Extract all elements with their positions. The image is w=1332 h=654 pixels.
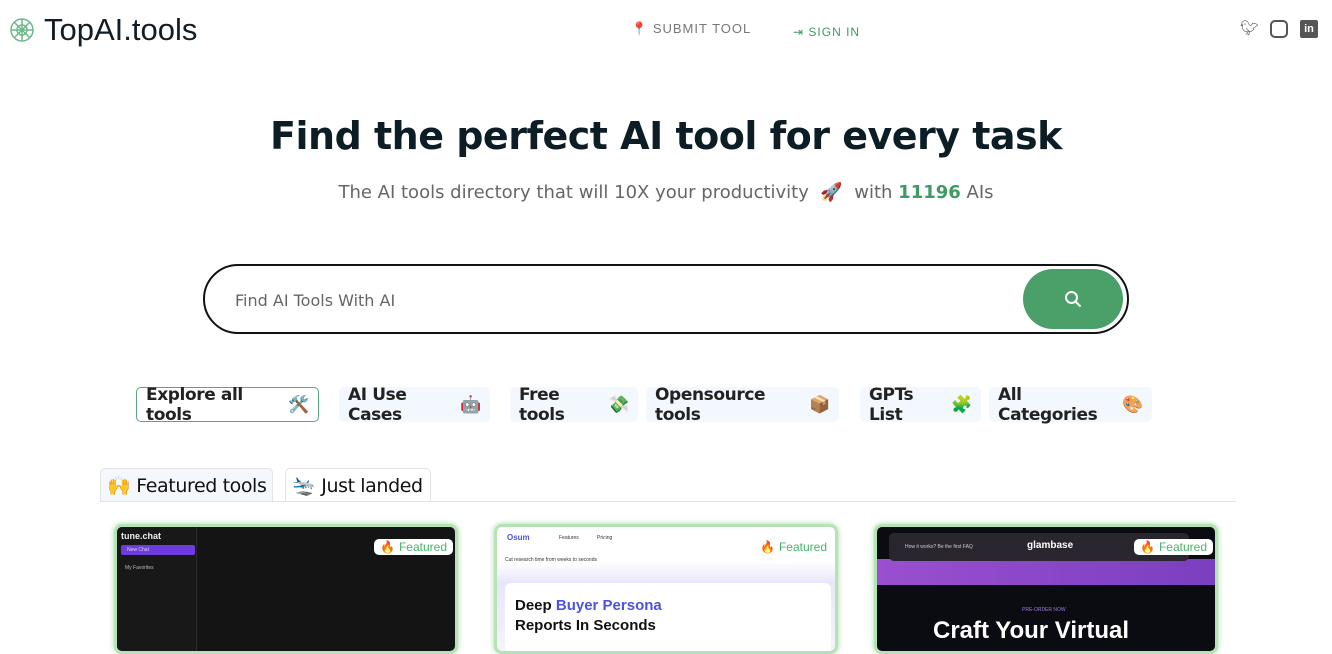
- raised-hands-icon: 🙌: [107, 475, 131, 497]
- pill-label: Opensource tools: [655, 384, 766, 425]
- logo-icon: [10, 18, 34, 42]
- card-tagline: Cut research time from weeks to seconds: [505, 557, 597, 563]
- twitter-icon[interactable]: 🐦︎: [1240, 20, 1259, 38]
- submit-label: SUBMIT TOOL: [652, 21, 752, 36]
- badge-label: Featured: [778, 540, 827, 554]
- badge-label: Featured: [1158, 540, 1207, 554]
- card-heading-2: Reports In Seconds: [515, 617, 656, 634]
- pill-opensource-tools[interactable]: Opensource tools 📦: [646, 384, 839, 425]
- robot-icon: 🤖: [460, 394, 481, 415]
- pill-label: AI Use Cases: [348, 384, 407, 425]
- tab-featured-tools[interactable]: 🙌 Featured tools: [100, 468, 273, 502]
- tools-icon: 🛠️: [288, 394, 309, 415]
- pill-free-tools[interactable]: Free tools 💸: [510, 384, 638, 425]
- tool-card-glambase[interactable]: How it works? Be the first FAQ glambase …: [874, 524, 1218, 654]
- logo-text: TopAI.tools: [44, 12, 198, 47]
- subtitle-text: The AI tools directory that will 10X you…: [338, 182, 809, 203]
- sign-in-label: SIGN IN: [808, 25, 861, 39]
- palette-icon: 🎨: [1122, 394, 1143, 415]
- fire-icon: 🔥: [1140, 540, 1155, 554]
- new-chat-button: New Chat: [121, 545, 195, 555]
- featured-badge: 🔥 Featured: [374, 539, 453, 555]
- tab-just-landed[interactable]: 🛬 Just landed: [285, 468, 431, 502]
- pill-ai-use-cases[interactable]: AI Use Cases 🤖: [339, 384, 490, 425]
- pin-icon: 📍: [631, 21, 649, 36]
- card-heading: Craft Your Virtual: [933, 617, 1130, 644]
- card-nav: How it works? Be the first FAQ: [905, 544, 973, 550]
- money-icon: 💸: [608, 394, 629, 415]
- tool-card-tune-chat[interactable]: tune.chat New Chat My Favorites 🔥 Feature…: [114, 524, 458, 654]
- card-brand: Osum: [507, 533, 530, 542]
- pill-label: GPTs List: [869, 384, 914, 425]
- instagram-icon[interactable]: [1270, 20, 1288, 38]
- nav-pricing: Pricing: [597, 535, 613, 541]
- subtitle: The AI tools directory that will 10X you…: [0, 182, 1332, 203]
- pill-label: Explore all tools: [146, 384, 243, 425]
- airplane-arrival-icon: 🛬: [292, 475, 316, 497]
- search-icon: [1065, 291, 1082, 308]
- featured-badge: 🔥 Featured: [754, 539, 833, 555]
- page-title: Find the perfect AI tool for every task: [270, 114, 1062, 158]
- featured-badge: 🔥 Featured: [1134, 539, 1213, 555]
- card-brand: glambase: [1027, 540, 1074, 551]
- pill-gpts-list[interactable]: GPTs List 🧩: [860, 384, 981, 425]
- pill-explore-all-tools[interactable]: Explore all tools 🛠️: [136, 384, 319, 425]
- login-icon: ⇥: [793, 25, 805, 39]
- pill-all-categories[interactable]: All Categories 🎨: [989, 384, 1152, 425]
- tab-label: Just landed: [321, 474, 423, 497]
- package-icon: 📦: [809, 394, 830, 415]
- puzzle-icon: 🧩: [951, 394, 972, 415]
- sign-in-link[interactable]: ⇥ SIGN IN: [793, 25, 860, 39]
- card-preorder: PRE-ORDER NOW: [1022, 607, 1066, 613]
- with-text: with: [854, 182, 893, 203]
- tab-label: Featured tools: [136, 474, 267, 497]
- tab-divider: [100, 501, 1236, 502]
- social-links: 🐦︎ in: [1240, 20, 1318, 38]
- fire-icon: 🔥: [380, 540, 395, 554]
- linkedin-icon[interactable]: in: [1300, 20, 1318, 38]
- badge-label: Featured: [398, 540, 447, 554]
- card-heading: Deep: [515, 597, 556, 614]
- unit-text: AIs: [966, 182, 994, 203]
- logo[interactable]: TopAI.tools: [8, 12, 197, 48]
- favorites-item: My Favorites: [125, 565, 154, 571]
- card-brand: tune.chat: [121, 531, 162, 541]
- pill-label: Free tools: [519, 384, 565, 425]
- pill-label: All Categories: [998, 384, 1098, 425]
- submit-tool-link[interactable]: 📍 SUBMIT TOOL: [631, 21, 751, 37]
- search-bar: [203, 264, 1129, 334]
- card-heading-accent: Buyer Persona: [555, 597, 662, 614]
- rocket-icon: 🚀: [820, 182, 843, 203]
- nav-features: Features: [559, 535, 579, 541]
- tool-count: 11196: [898, 182, 961, 203]
- search-button[interactable]: [1023, 269, 1123, 329]
- search-input[interactable]: [235, 286, 995, 314]
- fire-icon: 🔥: [760, 540, 775, 554]
- tool-card-osum[interactable]: Osum Features Pricing Cut research time …: [494, 524, 838, 654]
